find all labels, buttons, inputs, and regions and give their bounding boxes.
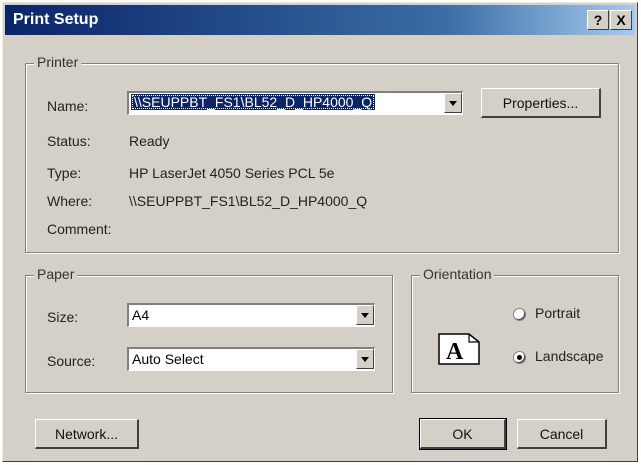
orientation-icon-letter: A — [446, 339, 464, 365]
chevron-down-icon[interactable] — [356, 305, 374, 325]
orientation-group-label: Orientation — [420, 266, 495, 282]
help-icon[interactable]: ? — [587, 10, 609, 30]
portrait-radio[interactable] — [513, 308, 526, 321]
name-label: Name: — [47, 98, 89, 114]
where-value: \\SEUPPBT_FS1\BL52_D_HP4000_Q — [129, 193, 368, 209]
window-title: Print Setup — [13, 11, 99, 28]
paper-group: Paper — [25, 266, 393, 393]
portrait-label[interactable]: Portrait — [535, 305, 580, 321]
print-setup-dialog: Print Setup ? X Printer Name: \\SEUPPBT_… — [2, 2, 638, 462]
properties-button[interactable]: Properties... — [481, 88, 601, 118]
status-label: Status: — [47, 133, 91, 149]
title-bar[interactable]: Print Setup ? X — [5, 5, 635, 35]
printer-name-select[interactable]: \\SEUPPBT_FS1\BL52_D_HP4000_Q — [127, 91, 463, 115]
size-label: Size: — [47, 309, 79, 325]
close-icon[interactable]: X — [610, 10, 632, 30]
ok-button[interactable]: OK — [419, 418, 507, 450]
paper-source-select[interactable]: Auto Select — [127, 347, 375, 371]
printer-name-value: \\SEUPPBT_FS1\BL52_D_HP4000_Q — [131, 94, 376, 110]
landscape-radio[interactable] — [513, 351, 526, 364]
cancel-button[interactable]: Cancel — [517, 419, 607, 449]
status-value: Ready — [129, 133, 170, 149]
landscape-page-icon: A — [438, 333, 480, 365]
chevron-down-icon[interactable] — [444, 93, 462, 113]
type-value: HP LaserJet 4050 Series PCL 5e — [129, 165, 335, 181]
type-label: Type: — [47, 165, 82, 181]
paper-source-value: Auto Select — [132, 351, 204, 367]
printer-group-label: Printer — [34, 54, 82, 70]
paper-size-value: A4 — [132, 307, 150, 323]
chevron-down-icon[interactable] — [356, 349, 374, 369]
paper-size-select[interactable]: A4 — [127, 303, 375, 327]
network-button[interactable]: Network... — [35, 419, 139, 449]
comment-label: Comment: — [47, 221, 112, 237]
landscape-label[interactable]: Landscape — [535, 348, 604, 364]
paper-group-label: Paper — [34, 266, 78, 282]
source-label: Source: — [47, 353, 96, 369]
where-label: Where: — [47, 193, 93, 209]
